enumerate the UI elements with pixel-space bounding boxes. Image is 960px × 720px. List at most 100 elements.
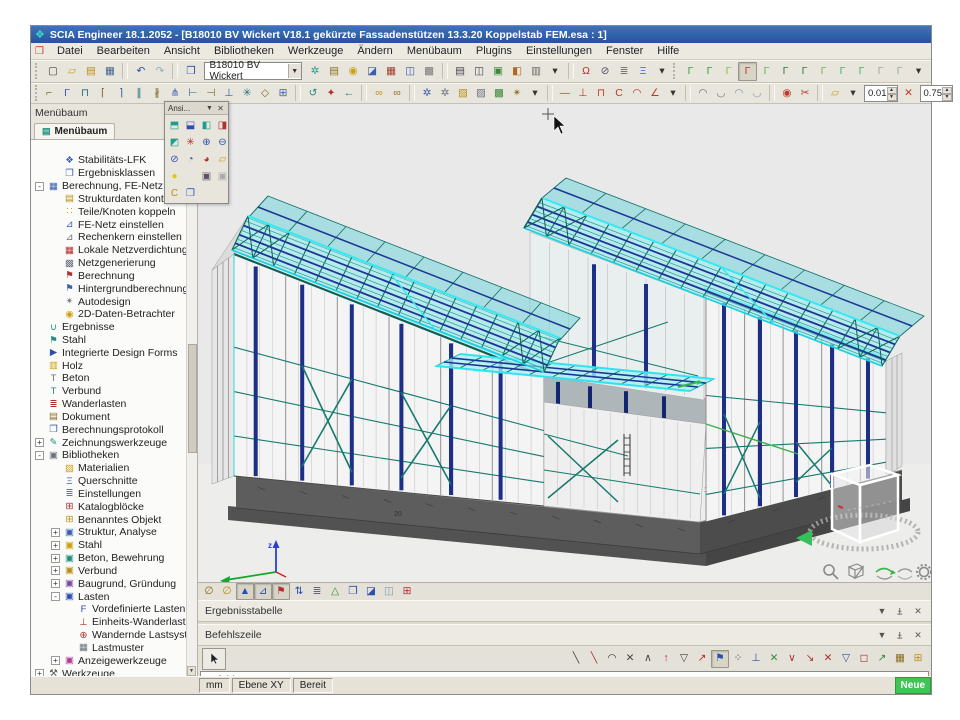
tree-expander[interactable]: +: [51, 554, 60, 563]
unlink-button[interactable]: ∞: [388, 84, 406, 102]
fillet-button[interactable]: ◡: [712, 84, 730, 102]
snap-grid-button[interactable]: ⁘: [729, 650, 747, 668]
snap-raster-button[interactable]: ⊞: [909, 650, 927, 668]
modify-dropdown[interactable]: ▾: [526, 84, 544, 102]
cleaner-button[interactable]: ≣: [615, 62, 634, 81]
trim-button[interactable]: ✂: [796, 84, 814, 102]
member-tool-button[interactable]: ⊣: [202, 84, 220, 102]
tree-item[interactable]: ✴ Autodesign: [31, 295, 187, 308]
draw-dropdown[interactable]: ▾: [664, 84, 682, 102]
tree-item[interactable]: - ▣ Bibliotheken: [31, 449, 187, 462]
selection-cursor-button[interactable]: [202, 648, 226, 670]
member-tool-button[interactable]: ⊞: [274, 84, 292, 102]
copy-document-button[interactable]: ▤: [325, 62, 344, 81]
mdi-document-icon[interactable]: ❒: [35, 46, 44, 57]
tree-item[interactable]: + ✎ Zeichnungswerkzeuge: [31, 436, 187, 449]
render-button[interactable]: ◪: [362, 583, 380, 600]
save-button[interactable]: ▦: [100, 62, 119, 81]
tree-expander[interactable]: -: [35, 451, 44, 460]
zoom-out-button[interactable]: ⊖: [215, 134, 230, 150]
report-button[interactable]: ▥: [527, 62, 546, 81]
tree-item[interactable]: ≣ Einstellungen: [31, 488, 187, 501]
tree-item[interactable]: T Beton: [31, 372, 187, 385]
activity-ucs-button[interactable]: Γ: [757, 62, 776, 81]
scroll-down-icon[interactable]: ▼: [187, 666, 196, 676]
tree-expander[interactable]: +: [51, 566, 60, 575]
snap-mesh-button[interactable]: ▦: [891, 650, 909, 668]
mirror-button[interactable]: ▧: [454, 84, 472, 102]
tree-expander[interactable]: +: [51, 528, 60, 537]
tree-expander[interactable]: -: [35, 182, 44, 191]
tree-item[interactable]: + ▣ Stahl: [31, 539, 187, 552]
tree-item[interactable]: ≣ Wanderlasten: [31, 398, 187, 411]
activity-ucs-button[interactable]: Γ: [890, 62, 909, 81]
select-mode-button[interactable]: ▲: [236, 583, 254, 600]
snap-perp-button[interactable]: ⊥: [747, 650, 765, 668]
close-icon[interactable]: ✕: [912, 630, 924, 641]
render-window-button[interactable]: ❐: [183, 185, 198, 201]
rotate-button[interactable]: ▨: [472, 84, 490, 102]
activity-ucs-button[interactable]: Γ: [852, 62, 871, 81]
tree-scrollbar[interactable]: ▲ ▼: [186, 140, 197, 676]
paste-button[interactable]: ◪: [363, 62, 382, 81]
status-plane[interactable]: Ebene XY: [232, 678, 291, 693]
activity-ucs-button[interactable]: Γ: [776, 62, 795, 81]
tree-item[interactable]: F Vordefinierte Lasten: [31, 603, 187, 616]
snap-angle-button[interactable]: ✕: [900, 84, 918, 102]
member-tool-button[interactable]: ∦: [148, 84, 166, 102]
snap-mid-button[interactable]: ∨: [783, 650, 801, 668]
menu-item[interactable]: Bearbeiten: [90, 44, 157, 58]
chain-button[interactable]: ∅: [200, 583, 218, 600]
member-tool-button[interactable]: ⊓: [76, 84, 94, 102]
save-all-button[interactable]: ▤: [81, 62, 100, 81]
print-preview-button[interactable]: ◫: [470, 62, 489, 81]
tree-item[interactable]: ▦ Lokale Netzverdichtung: [31, 244, 187, 257]
toolbar-grip[interactable]: [35, 63, 40, 79]
tree-item[interactable]: ⚑ Hintergrundberechnung: [31, 282, 187, 295]
tree-item[interactable]: ▥ Holz: [31, 359, 187, 372]
tab-menubaum[interactable]: ▤ Menübaum: [34, 123, 115, 139]
grid-toggle-button[interactable]: ⊞: [398, 583, 416, 600]
snap-arc-button[interactable]: ◠: [603, 650, 621, 668]
tree-item[interactable]: ▨ Materialien: [31, 462, 187, 475]
snap-diag-button[interactable]: ↗: [693, 650, 711, 668]
member-tool-button[interactable]: ⊥: [220, 84, 238, 102]
tree-item[interactable]: ⊞ Katalogblöcke: [31, 500, 187, 513]
member-tool-button[interactable]: ⌈: [94, 84, 112, 102]
open-file-button[interactable]: ▱: [62, 62, 81, 81]
fillet-button[interactable]: ◠: [730, 84, 748, 102]
array-button[interactable]: ▩: [490, 84, 508, 102]
member-tool-button[interactable]: Γ: [58, 84, 76, 102]
tree-item[interactable]: ▶ Integrierte Design Forms: [31, 346, 187, 359]
rotate-view-button[interactable]: ✳: [183, 134, 198, 150]
pointer-button[interactable]: ✦: [322, 84, 340, 102]
command-panel-header[interactable]: Befehlszeile ▼ Ŧ ✕: [198, 624, 931, 646]
toolbar-grip[interactable]: [35, 85, 37, 101]
activity-ucs-button[interactable]: Γ: [871, 62, 890, 81]
member-tool-button[interactable]: ∥: [130, 84, 148, 102]
pin-icon[interactable]: Ŧ: [894, 606, 906, 617]
tree-expander[interactable]: +: [51, 656, 60, 665]
close-icon[interactable]: ✕: [216, 104, 225, 113]
chain-alt-button[interactable]: ∅: [218, 583, 236, 600]
update-structure-button[interactable]: ✲: [306, 62, 325, 81]
flag-toggle-button[interactable]: ⚑: [272, 583, 290, 600]
results-panel-header[interactable]: Ergebnisstabelle ▼ Ŧ ✕: [198, 600, 931, 622]
tree-item[interactable]: ⊥ Einheits-Wanderlast: [31, 616, 187, 629]
document-button[interactable]: ▣: [489, 62, 508, 81]
view-folder-button[interactable]: ▱: [215, 151, 230, 167]
menu-item[interactable]: Plugins: [469, 44, 519, 58]
tree-item[interactable]: ⊞ Benanntes Objekt: [31, 513, 187, 526]
snap-near-button[interactable]: ◻: [855, 650, 873, 668]
tree-item[interactable]: + ▣ Struktur, Analyse: [31, 526, 187, 539]
tree-item[interactable]: ⊿ FE-Netz einstellen: [31, 218, 187, 231]
tree-item[interactable]: ▩ Netzgenerierung: [31, 257, 187, 270]
open-folder-button[interactable]: ▱: [826, 84, 844, 102]
tree-item[interactable]: ❐ Berechnungsprotokoll: [31, 423, 187, 436]
panel-button[interactable]: ◫: [380, 583, 398, 600]
activity-ucs-button[interactable]: Γ: [833, 62, 852, 81]
activity-dropdown[interactable]: ▾: [909, 62, 928, 81]
tree-item[interactable]: ▦ Lastmuster: [31, 641, 187, 654]
scale-button[interactable]: ✴: [508, 84, 526, 102]
window-button[interactable]: ❐: [344, 583, 362, 600]
